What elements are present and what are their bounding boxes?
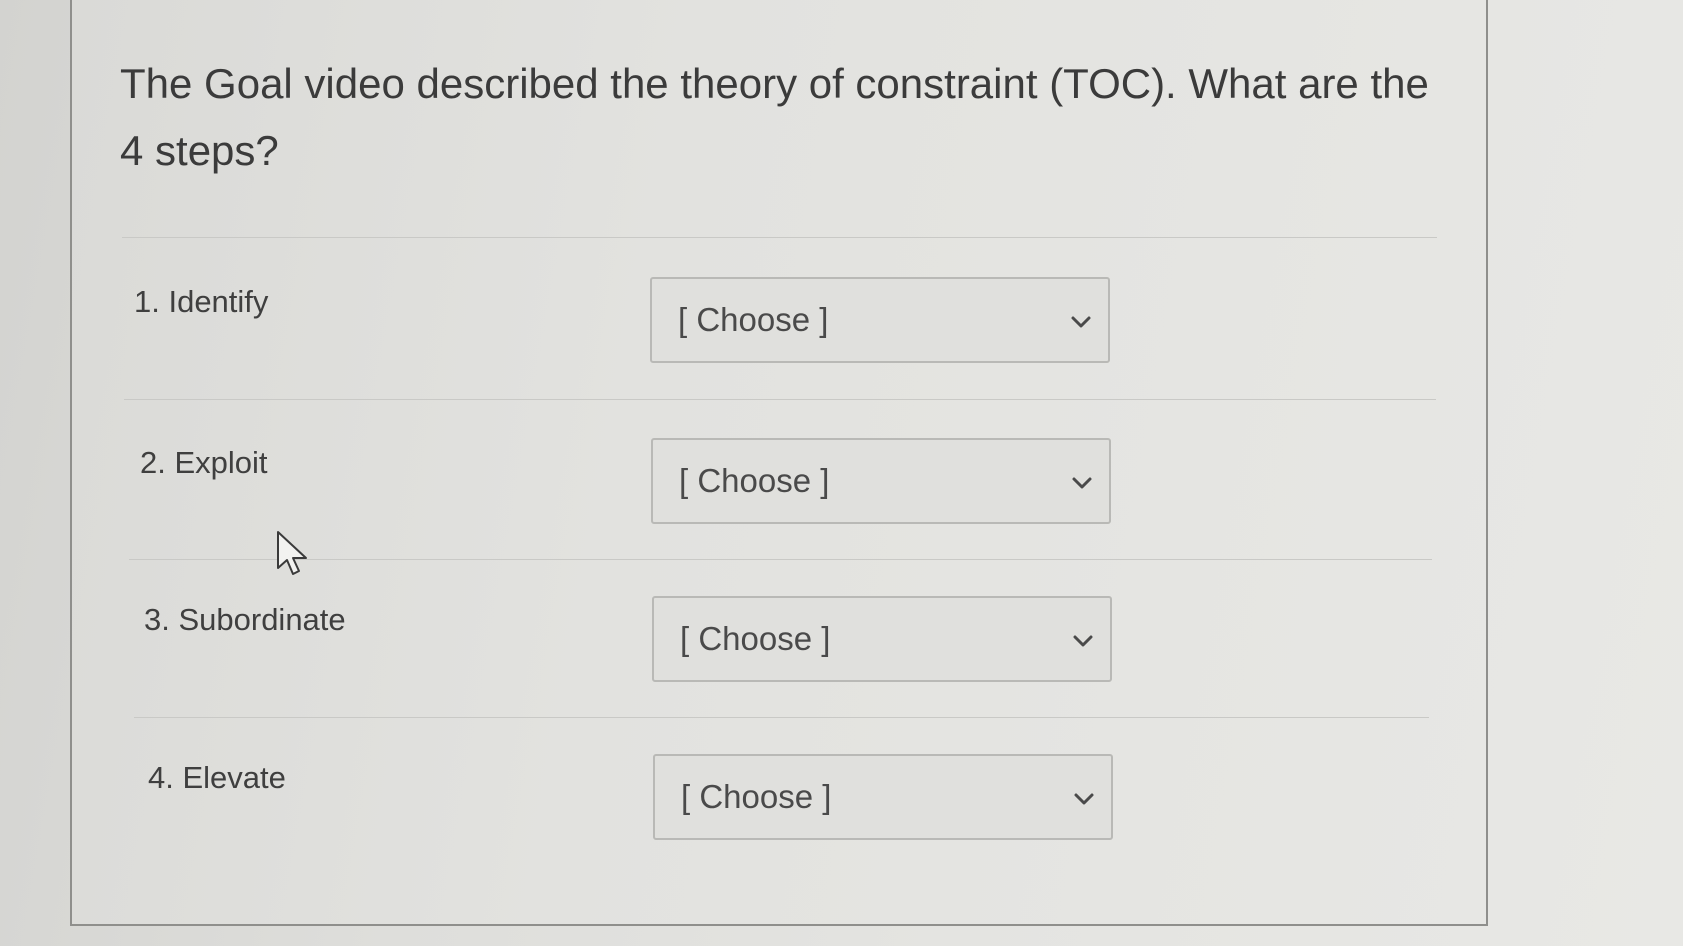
select-value: [ Choose ] [679,462,830,499]
chevron-down-icon [1073,635,1093,647]
answer-label-elevate: 4. Elevate [148,760,286,795]
chevron-down-icon [1074,793,1094,805]
answer-label-identify: 1. Identify [134,284,269,319]
question-text: The Goal video described the theory of c… [120,60,1429,174]
mouse-cursor-icon [277,531,307,575]
divider [122,237,1437,238]
answer-select-identify[interactable]: [ Choose ] [650,277,1110,363]
divider [134,717,1429,718]
chevron-down-icon [1071,316,1091,328]
answer-select-elevate[interactable]: [ Choose ] [653,754,1113,840]
answer-label-subordinate: 3. Subordinate [144,602,346,637]
divider [129,559,1432,560]
answer-select-subordinate[interactable]: [ Choose ] [652,596,1112,682]
answer-label-exploit: 2. Exploit [140,445,268,480]
select-value: [ Choose ] [681,778,832,815]
answer-select-exploit[interactable]: [ Choose ] [651,438,1111,524]
select-value: [ Choose ] [678,301,829,338]
question-card: The Goal video described the theory of c… [70,0,1488,926]
chevron-down-icon [1072,477,1092,489]
select-value: [ Choose ] [680,620,831,657]
divider [124,399,1436,400]
